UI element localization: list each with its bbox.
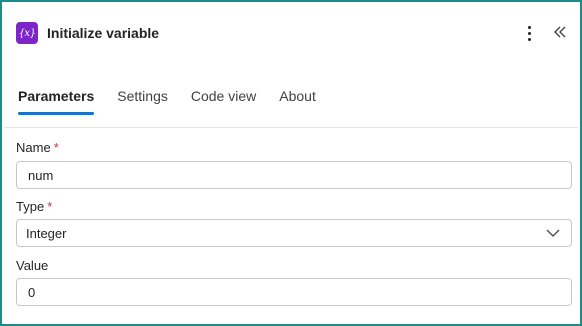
variable-icon-glyph: {x} — [18, 27, 36, 39]
double-chevron-left-icon — [554, 26, 566, 38]
tab-divider — [4, 127, 578, 128]
collapse-panel-button[interactable] — [550, 21, 570, 43]
tab-settings[interactable]: Settings — [117, 87, 168, 117]
name-input[interactable]: num — [16, 161, 572, 189]
action-panel: {x} Initialize variable Parameters Setti… — [0, 0, 582, 326]
value-label: Value — [16, 258, 49, 273]
value-input[interactable]: 0 — [16, 278, 572, 306]
type-label: Type * — [16, 199, 52, 214]
panel-header: {x} Initialize variable — [16, 22, 570, 46]
more-options-button[interactable] — [522, 22, 536, 44]
required-indicator: * — [53, 140, 59, 155]
type-dropdown[interactable]: Integer — [16, 219, 572, 247]
type-label-text: Type — [16, 199, 45, 214]
tab-about[interactable]: About — [279, 87, 316, 117]
required-indicator: * — [47, 199, 53, 214]
tab-bar: Parameters Settings Code view About — [18, 87, 339, 117]
variable-icon: {x} — [16, 22, 38, 44]
more-vertical-icon — [527, 25, 531, 29]
tab-code-view[interactable]: Code view — [191, 87, 256, 117]
name-input-value: num — [28, 168, 54, 183]
name-label-text: Name — [16, 140, 51, 155]
chevron-down-icon — [546, 229, 560, 237]
name-label: Name * — [16, 140, 59, 155]
tab-parameters[interactable]: Parameters — [18, 87, 95, 117]
value-input-value: 0 — [28, 285, 36, 300]
type-selected-value: Integer — [26, 226, 67, 241]
action-title[interactable]: Initialize variable — [47, 25, 159, 41]
